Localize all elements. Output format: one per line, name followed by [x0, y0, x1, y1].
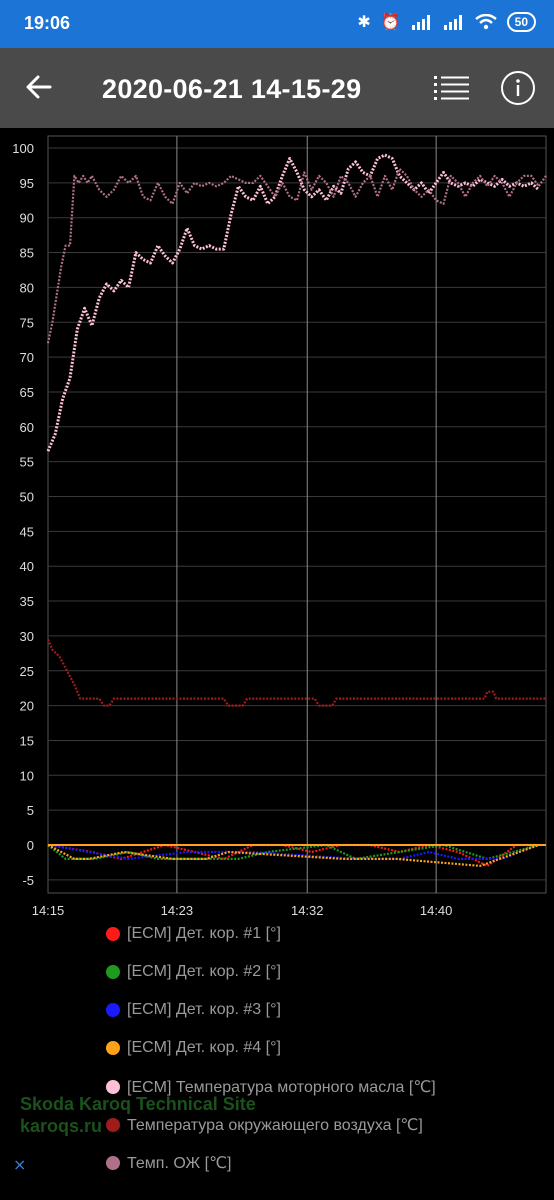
y-tick-label: 70: [20, 350, 34, 365]
signal-icon: [411, 15, 430, 30]
y-tick-label: -5: [22, 873, 34, 888]
legend-item: [ECM] Дет. кор. #4 [°]: [106, 1039, 281, 1057]
legend-label: [ECM] Дет. кор. #2 [°]: [127, 963, 281, 980]
y-tick-label: 90: [20, 211, 34, 226]
y-tick-label: 40: [20, 559, 34, 574]
legend-item: [ECM] Дет. кор. #1 [°]: [106, 925, 281, 943]
page-title: 2020-06-21 14-15-29: [102, 74, 362, 104]
y-tick-label: 75: [20, 315, 34, 330]
info-icon[interactable]: [500, 70, 536, 106]
y-tick-label: 95: [20, 176, 34, 191]
legend-swatch: [106, 1156, 120, 1170]
arrow-left-icon[interactable]: [22, 70, 56, 104]
series-line-6: [46, 638, 546, 707]
watermark: Skoda Karoq Technical Site karoqs.ru: [20, 1093, 256, 1137]
y-tick-label: 15: [20, 733, 34, 748]
legend-swatch: [106, 1003, 120, 1017]
download-icon[interactable]: ⨯: [13, 1155, 26, 1175]
series-line-7: [46, 167, 547, 344]
status-time: 19:06: [24, 13, 71, 33]
y-tick-label: 35: [20, 594, 34, 609]
y-tick-label: 50: [20, 490, 34, 505]
x-tick-label: 14:23: [161, 903, 194, 918]
legend-item: [ECM] Дет. кор. #3 [°]: [106, 1001, 281, 1019]
y-tick-label: 100: [12, 141, 34, 156]
y-tick-label: 85: [20, 246, 34, 261]
y-tick-label: 80: [20, 280, 34, 295]
legend-label: Темп. ОЖ [℃]: [127, 1155, 232, 1172]
legend-item: Темп. ОЖ [℃]: [106, 1153, 232, 1173]
y-tick-label: 25: [20, 664, 34, 679]
legend-swatch: [106, 1041, 120, 1055]
y-tick-label: 65: [20, 385, 34, 400]
y-tick-label: 5: [27, 803, 34, 818]
legend-label: [ECM] Дет. кор. #1 [°]: [127, 925, 281, 942]
legend-swatch: [106, 965, 120, 979]
list-icon[interactable]: [432, 72, 472, 106]
x-tick-label: 14:32: [291, 903, 324, 918]
y-tick-label: 30: [20, 629, 34, 644]
x-tick-label: 14:15: [32, 903, 65, 918]
y-tick-label: 0: [27, 838, 34, 853]
chart: 1009590858075706560555045403530252015105…: [12, 135, 547, 918]
alarm-icon: ⏰: [380, 14, 401, 31]
plot-frame: [47, 135, 547, 894]
status-icons: ✱ ⏰ 50: [357, 12, 536, 32]
y-tick-label: 20: [20, 699, 34, 714]
series-line-5: [46, 153, 540, 452]
status-bar: 19:06 ✱ ⏰ 50: [0, 0, 554, 48]
legend-item: [ECM] Дет. кор. #2 [°]: [106, 963, 281, 981]
x-tick-label: 14:40: [420, 903, 453, 918]
legend-swatch: [106, 1080, 120, 1094]
watermark-line-1: Skoda Karoq Technical Site: [20, 1094, 256, 1114]
watermark-line-2: karoqs.ru: [20, 1116, 103, 1136]
y-tick-label: 10: [20, 768, 34, 783]
wifi-icon: [474, 14, 497, 30]
legend-swatch: [106, 927, 120, 941]
legend-label: [ECM] Дет. кор. #4 [°]: [127, 1039, 281, 1056]
y-tick-label: 45: [20, 524, 34, 539]
y-tick-label: 60: [20, 420, 34, 435]
bluetooth-icon: ✱: [357, 14, 371, 31]
battery-icon: 50: [506, 12, 536, 32]
legend-label: [ECM] Дет. кор. #3 [°]: [127, 1001, 281, 1018]
y-tick-label: 55: [20, 455, 34, 470]
signal-icon: [443, 15, 462, 30]
app-bar: 2020-06-21 14-15-29: [0, 48, 554, 128]
